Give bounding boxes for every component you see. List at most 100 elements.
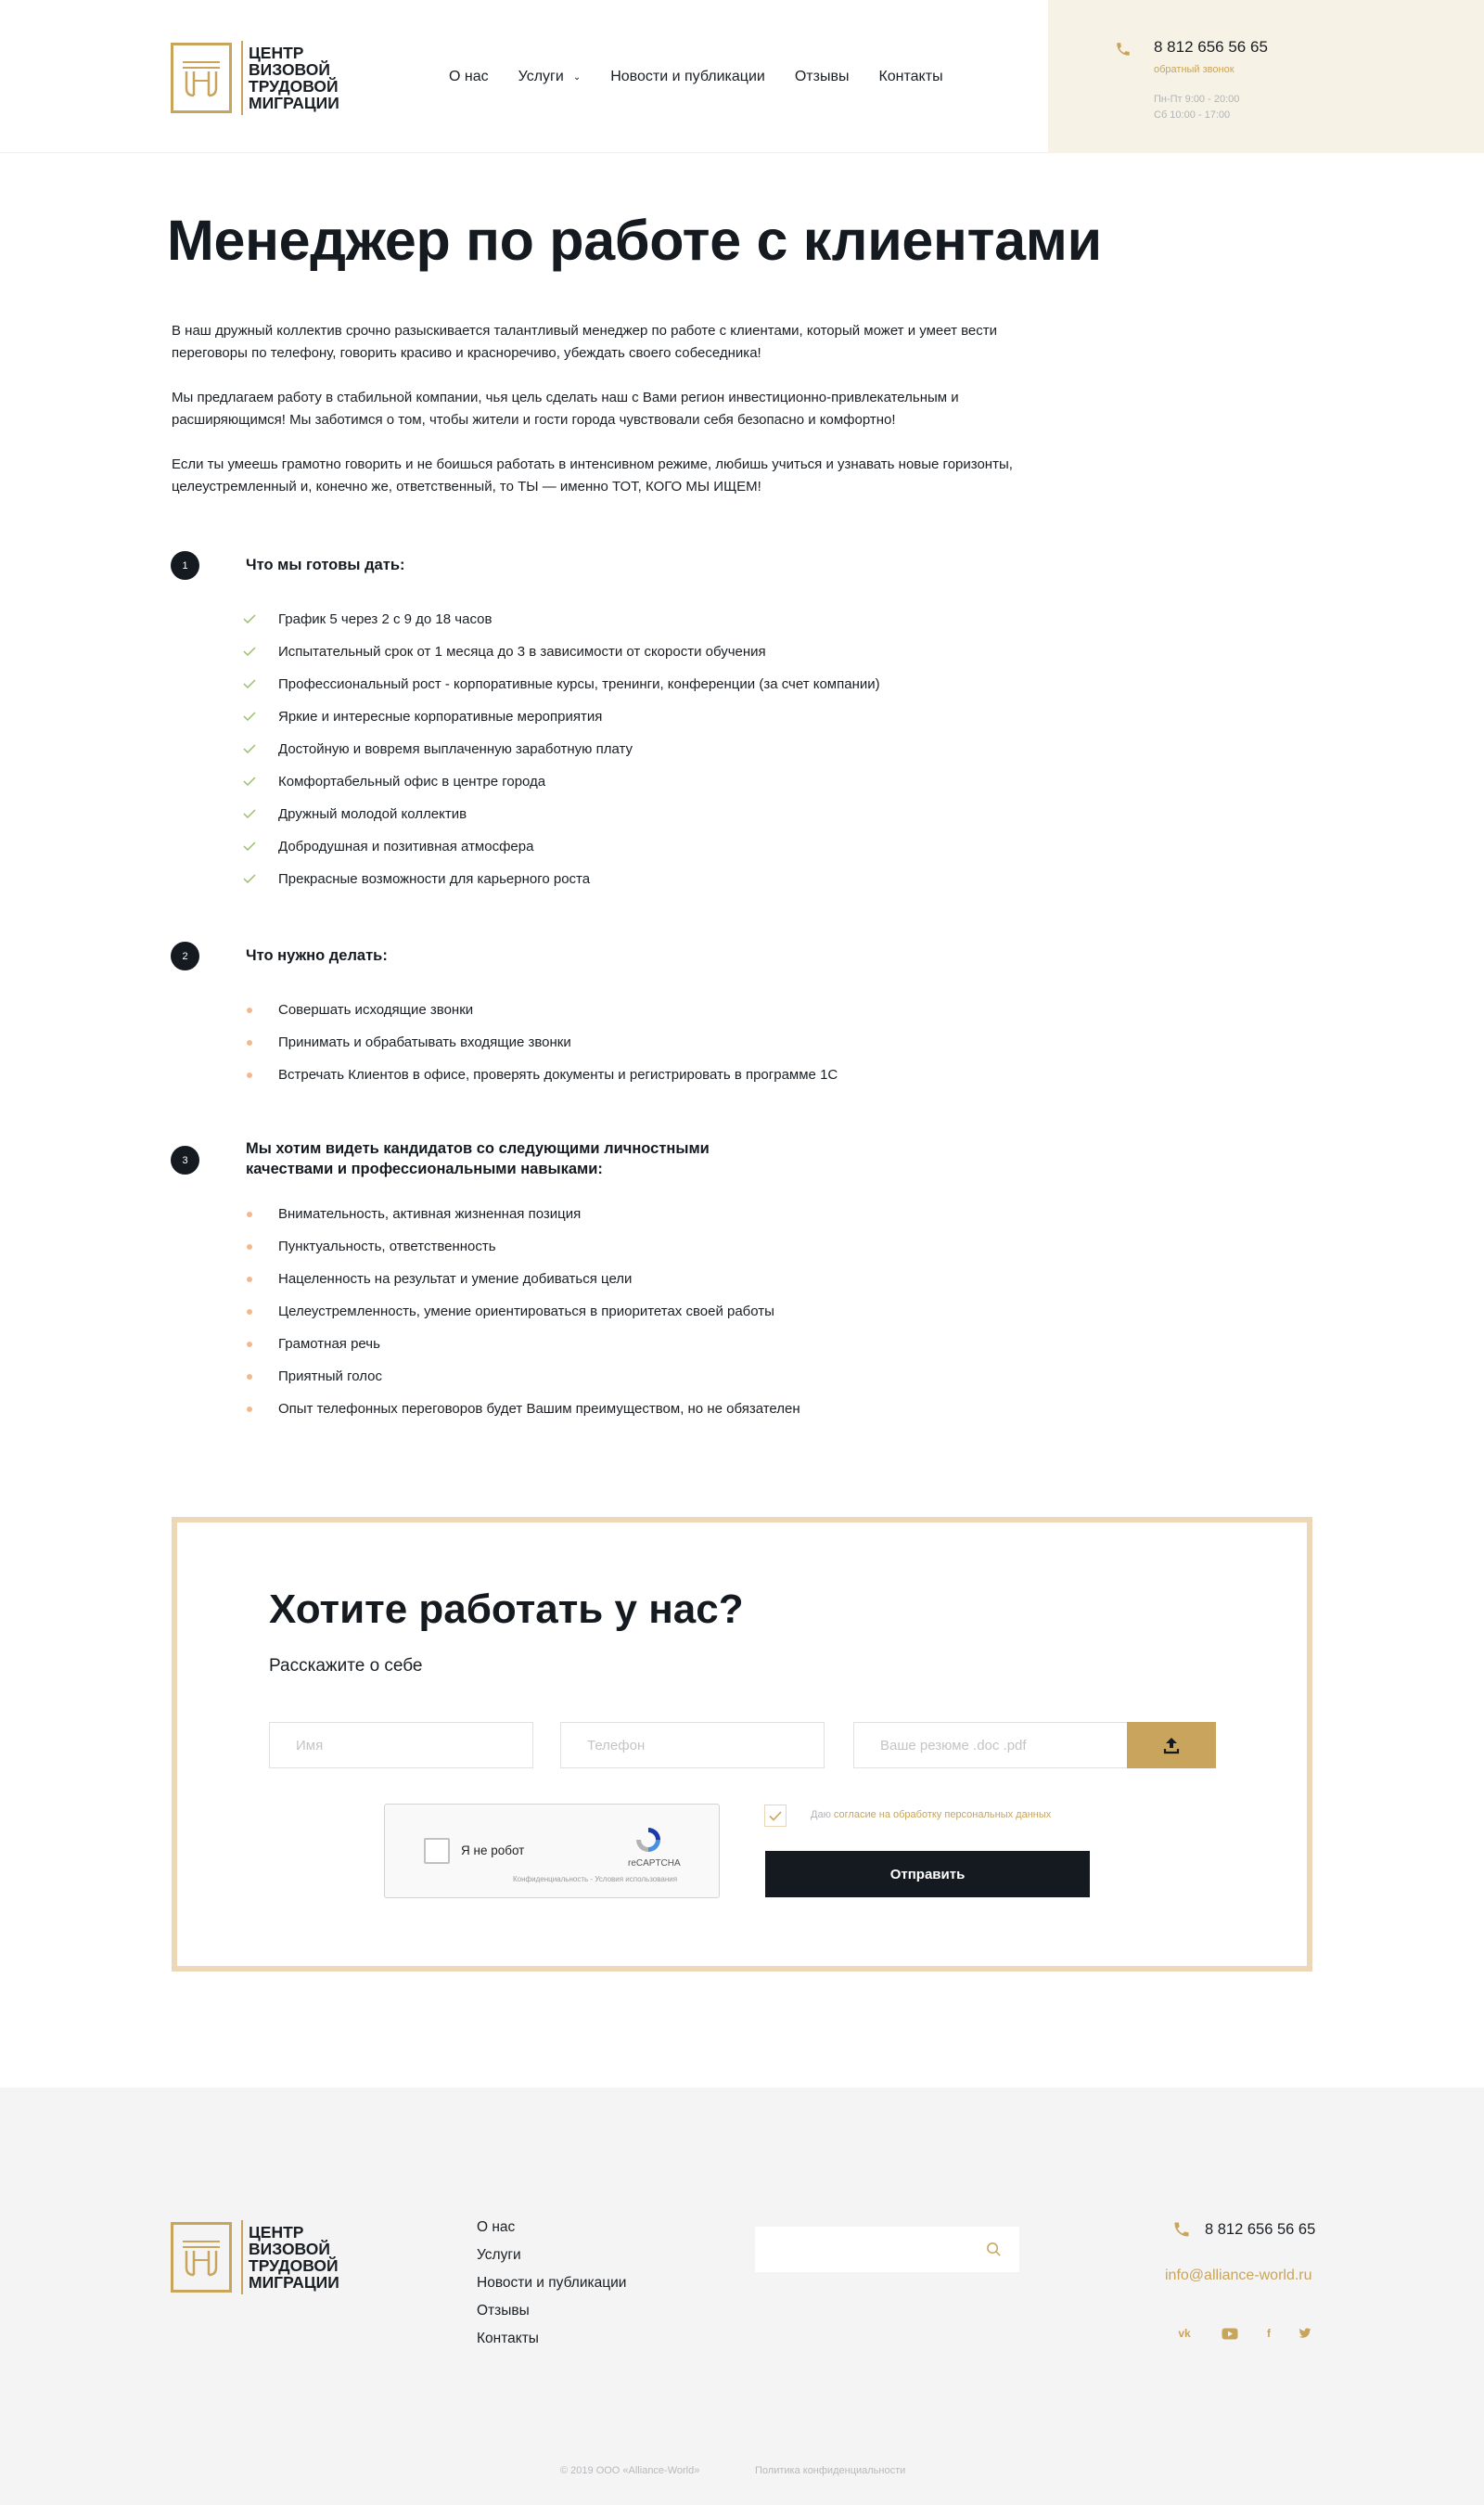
check-icon xyxy=(243,679,256,688)
check-icon xyxy=(243,712,256,721)
search-icon[interactable] xyxy=(986,2242,1002,2257)
section-number: 2 xyxy=(171,942,199,970)
list-item: Испытательный срок от 1 месяца до 3 в за… xyxy=(278,644,766,660)
list-item: Грамотная речь xyxy=(278,1336,380,1352)
logo[interactable]: ЦЕНТР ВИЗОВОЙ ТРУДОВОЙ МИГРАЦИИ xyxy=(171,41,339,115)
bullet-dot-icon xyxy=(247,1212,252,1217)
footer-search-input[interactable] xyxy=(755,2227,1019,2272)
footer-phone[interactable]: 8 812 656 56 65 xyxy=(1205,2221,1315,2239)
callback-link[interactable]: обратный звонок xyxy=(1154,64,1235,75)
page-title: Менеджер по работе с клиентами xyxy=(167,209,1102,272)
check-icon xyxy=(243,874,256,883)
list-item: Профессиональный рост - корпоративные ку… xyxy=(278,676,880,692)
list-item: Добродушная и позитивная атмосфера xyxy=(278,839,534,854)
check-icon xyxy=(243,809,256,818)
list-item: Приятный голос xyxy=(278,1368,383,1384)
bullet-dot-icon xyxy=(247,1277,252,1282)
list-item: Пунктуальность, ответственность xyxy=(278,1239,496,1254)
list-item: Принимать и обрабатывать входящие звонки xyxy=(278,1034,571,1050)
list-item: Встречать Клиентов в офисе, проверять до… xyxy=(278,1067,838,1083)
recaptcha-brand: reCAPTCHA xyxy=(628,1858,681,1869)
list-item: Внимательность, активная жизненная позиц… xyxy=(278,1206,582,1222)
intro-paragraph: В наш дружный коллектив срочно разыскива… xyxy=(172,323,998,361)
consent-link[interactable]: согласие на обработку персональных данны… xyxy=(834,1809,1051,1820)
submit-button[interactable]: Отправить xyxy=(765,1851,1090,1897)
check-icon xyxy=(243,614,256,623)
intro-paragraph: Мы предлагаем работу в стабильной компан… xyxy=(172,390,959,428)
check-icon xyxy=(769,1810,782,1821)
site-footer xyxy=(0,2088,1484,2505)
bullet-dot-icon xyxy=(247,1073,252,1078)
footer-nav: О нас Услуги Новости и публикации Отзывы… xyxy=(477,2219,626,2358)
phone-icon xyxy=(1174,2222,1189,2237)
privacy-policy-link[interactable]: Политика конфиденциальности xyxy=(755,2465,905,2476)
copyright: © 2019 ООО «Alliance-World» xyxy=(560,2465,700,2476)
list-item: График 5 через 2 с 9 до 18 часов xyxy=(278,611,493,627)
form-title: Хотите работать у нас? xyxy=(269,1586,744,1632)
list-item: Комфортабельный офис в центре города xyxy=(278,774,546,790)
facebook-icon[interactable]: f xyxy=(1260,2324,1278,2343)
youtube-icon[interactable] xyxy=(1221,2324,1239,2343)
bullet-dot-icon xyxy=(247,1008,252,1013)
nav-item-about[interactable]: О нас xyxy=(449,69,489,85)
logo-text: ЦЕНТР ВИЗОВОЙ ТРУДОВОЙ МИГРАЦИИ xyxy=(249,2223,339,2292)
check-icon xyxy=(243,777,256,786)
nav-item-news[interactable]: Новости и публикации xyxy=(610,69,765,85)
list-item: Целеустремленность, умение ориентировать… xyxy=(278,1304,774,1319)
section-title: Мы хотим видеть кандидатов со следующими… xyxy=(246,1140,710,1177)
resume-input[interactable] xyxy=(853,1722,1128,1768)
list-item: Совершать исходящие звонки xyxy=(278,1002,474,1018)
section-number: 3 xyxy=(171,1146,199,1175)
header-phone[interactable]: 8 812 656 56 65 xyxy=(1154,38,1268,57)
upload-icon xyxy=(1163,1738,1180,1754)
list-item: Нацеленность на результат и умение добив… xyxy=(278,1271,633,1287)
footer-nav-services[interactable]: Услуги xyxy=(477,2247,626,2275)
footer-logo[interactable]: ЦЕНТР ВИЗОВОЙ ТРУДОВОЙ МИГРАЦИИ xyxy=(171,2220,339,2294)
footer-nav-contacts[interactable]: Контакты xyxy=(477,2331,626,2358)
bullet-dot-icon xyxy=(247,1407,252,1412)
footer-nav-news[interactable]: Новости и публикации xyxy=(477,2275,626,2303)
recaptcha-widget: Я не робот reCAPTCHA Конфиденциальность … xyxy=(384,1804,720,1898)
phone-input[interactable] xyxy=(560,1722,825,1768)
list-item: Дружный молодой коллектив xyxy=(278,806,467,822)
upload-button[interactable] xyxy=(1127,1722,1216,1768)
consent-text: Даю согласие на обработку персональных д… xyxy=(811,1809,1052,1820)
nav-item-reviews[interactable]: Отзывы xyxy=(795,69,850,85)
main-nav: О нас Услуги ⌄ Новости и публикации Отзыв… xyxy=(449,69,973,85)
intro-paragraph: Если ты умеешь грамотно говорить и не бо… xyxy=(172,456,1013,495)
hours-saturday: Сб 10:00 - 17:00 xyxy=(1154,109,1231,121)
footer-nav-about[interactable]: О нас xyxy=(477,2219,626,2247)
form-subtitle: Расскажите о себе xyxy=(269,1656,423,1676)
vk-icon[interactable]: vk xyxy=(1175,2324,1194,2343)
check-icon xyxy=(243,647,256,656)
recaptcha-checkbox[interactable] xyxy=(424,1838,450,1864)
name-input[interactable] xyxy=(269,1722,533,1768)
bullet-dot-icon xyxy=(247,1374,252,1380)
section-title: Что нужно делать: xyxy=(246,947,388,964)
list-item: Опыт телефонных переговоров будет Вашим … xyxy=(278,1401,800,1417)
twitter-icon[interactable] xyxy=(1296,2324,1314,2343)
phone-icon xyxy=(1117,43,1130,56)
footer-email[interactable]: info@alliance-world.ru xyxy=(1165,2267,1312,2284)
section-title: Что мы готовы дать: xyxy=(246,557,405,573)
check-icon xyxy=(243,744,256,753)
chevron-down-icon: ⌄ xyxy=(572,71,582,83)
recaptcha-links[interactable]: Конфиденциальность - Условия использован… xyxy=(513,1875,677,1883)
logo-emblem-icon xyxy=(171,2222,232,2293)
nav-item-contacts[interactable]: Контакты xyxy=(878,69,942,85)
list-item: Достойную и вовремя выплаченную заработн… xyxy=(278,741,633,757)
list-item: Яркие и интересные корпоративные меропри… xyxy=(278,709,603,725)
bullet-dot-icon xyxy=(247,1309,252,1315)
section-number: 1 xyxy=(171,551,199,580)
recaptcha-label: Я не робот xyxy=(461,1843,525,1857)
recaptcha-logo-icon xyxy=(636,1828,660,1852)
check-icon xyxy=(243,841,256,851)
logo-text: ЦЕНТР ВИЗОВОЙ ТРУДОВОЙ МИГРАЦИИ xyxy=(249,44,339,112)
footer-nav-reviews[interactable]: Отзывы xyxy=(477,2303,626,2331)
header-contact-box: 8 812 656 56 65 обратный звонок Пн-Пт 9:… xyxy=(1048,0,1484,153)
site-header: ЦЕНТР ВИЗОВОЙ ТРУДОВОЙ МИГРАЦИИ О нас Ус… xyxy=(0,0,1484,153)
bullet-dot-icon xyxy=(247,1040,252,1046)
nav-item-services[interactable]: Услуги ⌄ xyxy=(518,69,582,85)
bullet-dot-icon xyxy=(247,1342,252,1347)
consent-checkbox[interactable] xyxy=(764,1805,787,1827)
